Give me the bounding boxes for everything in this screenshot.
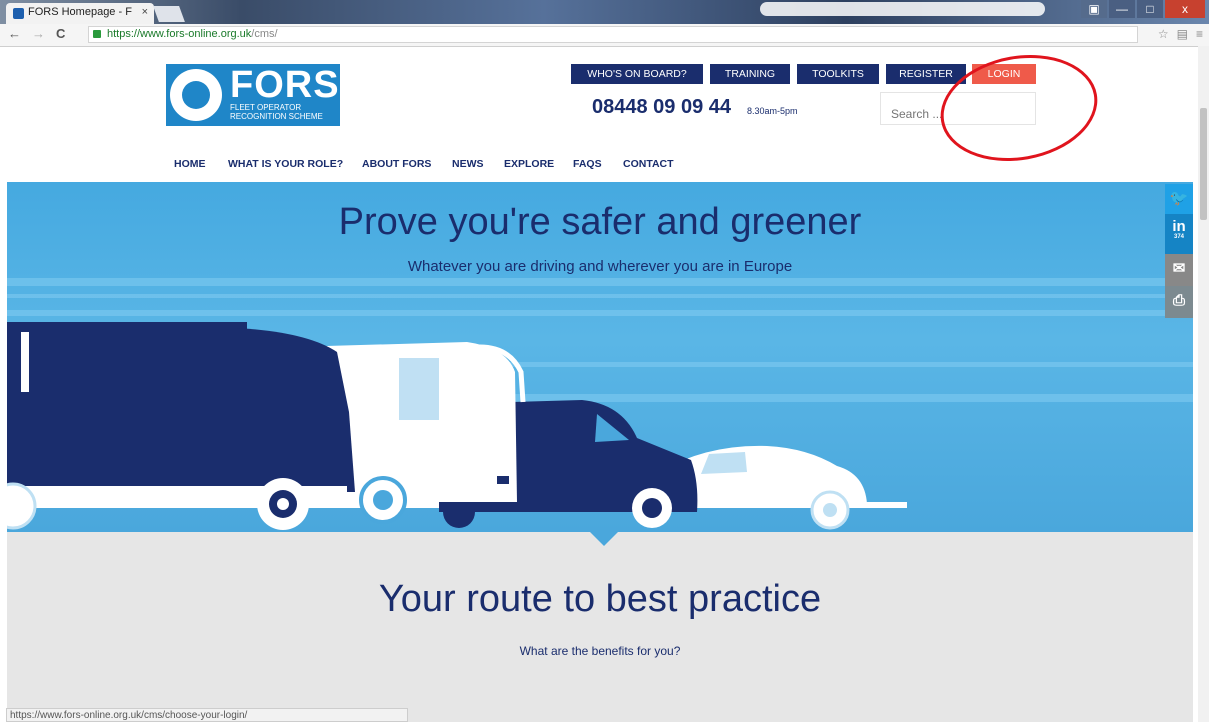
hero-banner: Prove you're safer and greener Whatever … xyxy=(7,182,1193,532)
nav-what-is-your-role[interactable]: WHAT IS YOUR ROLE? xyxy=(228,158,343,170)
logo-wordmark: FORS xyxy=(230,64,340,106)
back-arrow-icon[interactable]: ← xyxy=(8,26,21,41)
vehicles-illustration xyxy=(7,322,907,530)
nav-about-fors[interactable]: ABOUT FORS xyxy=(362,158,431,170)
email-icon[interactable]: ✉ xyxy=(1165,254,1193,286)
tab-title: FORS Homepage - F xyxy=(28,6,132,18)
maximize-button[interactable]: □ xyxy=(1137,0,1163,18)
phone-number: 08448 09 09 44 xyxy=(592,96,732,118)
scrollbar-thumb[interactable] xyxy=(1200,108,1207,220)
print-icon[interactable]: ⎙ xyxy=(1165,286,1193,318)
fors-favicon-icon xyxy=(13,8,24,19)
nav-explore[interactable]: EXPLORE xyxy=(504,158,554,170)
logo-tagline-line2: RECOGNITION SCHEME xyxy=(230,112,323,121)
reload-icon[interactable]: C xyxy=(56,26,65,41)
nav-home[interactable]: HOME xyxy=(174,158,206,170)
toolkits-button[interactable]: TOOLKITS xyxy=(797,64,879,84)
bookmark-star-icon[interactable]: ☆ xyxy=(1158,27,1169,41)
profile-icon[interactable]: ▣ xyxy=(1081,0,1107,18)
minimize-button[interactable]: — xyxy=(1109,0,1135,18)
browser-toolbar: ← → C https://www.fors-online.org.uk/cms… xyxy=(0,24,1209,47)
lock-icon xyxy=(93,30,101,38)
browser-menu-icon[interactable]: ≡ xyxy=(1196,27,1203,41)
close-window-button[interactable]: x xyxy=(1165,0,1205,18)
window-controls: ▣ — □ x xyxy=(1081,0,1205,18)
browser-titlebar: FORS Homepage - F × ▣ — □ x xyxy=(0,0,1209,24)
truck-illustration xyxy=(7,322,355,530)
status-bar-url: https://www.fors-online.org.uk/cms/choos… xyxy=(6,708,408,722)
address-bar[interactable]: https://www.fors-online.org.uk/cms/ xyxy=(88,26,1138,43)
nav-faqs[interactable]: FAQS xyxy=(573,158,602,170)
tab-close-icon[interactable]: × xyxy=(142,6,148,18)
url-path: /cms/ xyxy=(251,28,278,40)
linkedin-label: in xyxy=(1172,218,1186,235)
linkedin-count: 374 xyxy=(1173,234,1184,240)
training-button[interactable]: TRAINING xyxy=(710,64,790,84)
page-scrollbar[interactable] xyxy=(1198,46,1209,722)
twitter-icon[interactable]: 🐦 xyxy=(1165,184,1193,214)
logo-tagline-line1: FLEET OPERATOR xyxy=(230,103,302,112)
nav-news[interactable]: NEWS xyxy=(452,158,484,170)
logo-tagline: FLEET OPERATOR RECOGNITION SCHEME xyxy=(230,103,323,121)
forward-arrow-icon[interactable]: → xyxy=(32,26,45,41)
annotation-circle xyxy=(932,43,1106,173)
browser-tab[interactable]: FORS Homepage - F × xyxy=(6,3,154,24)
section-title: Your route to best practice xyxy=(378,578,822,620)
section-subtitle[interactable]: What are the benefits for you? xyxy=(7,644,1193,658)
new-tab-button[interactable] xyxy=(153,6,185,22)
register-button[interactable]: REGISTER xyxy=(886,64,966,84)
benefits-section: Your route to best practice What are the… xyxy=(7,532,1193,722)
fors-logo-mark-icon xyxy=(170,69,222,121)
url-host: https://www.fors-online.org.uk xyxy=(107,28,252,40)
nav-contact[interactable]: CONTACT xyxy=(623,158,674,170)
fors-logo[interactable]: FORS FLEET OPERATOR RECOGNITION SCHEME xyxy=(166,64,340,126)
section-pointer-arrow xyxy=(590,532,618,546)
office-hours: 8.30am-5pm xyxy=(747,106,798,116)
whos-on-board-button[interactable]: WHO'S ON BOARD? xyxy=(571,64,703,84)
titlebar-reflection xyxy=(760,2,1045,16)
extension-icon[interactable]: ▤ xyxy=(1177,27,1188,41)
linkedin-icon[interactable]: in 374 xyxy=(1165,214,1193,254)
social-share-bar: 🐦 in 374 ✉ ⎙ xyxy=(1165,184,1193,318)
